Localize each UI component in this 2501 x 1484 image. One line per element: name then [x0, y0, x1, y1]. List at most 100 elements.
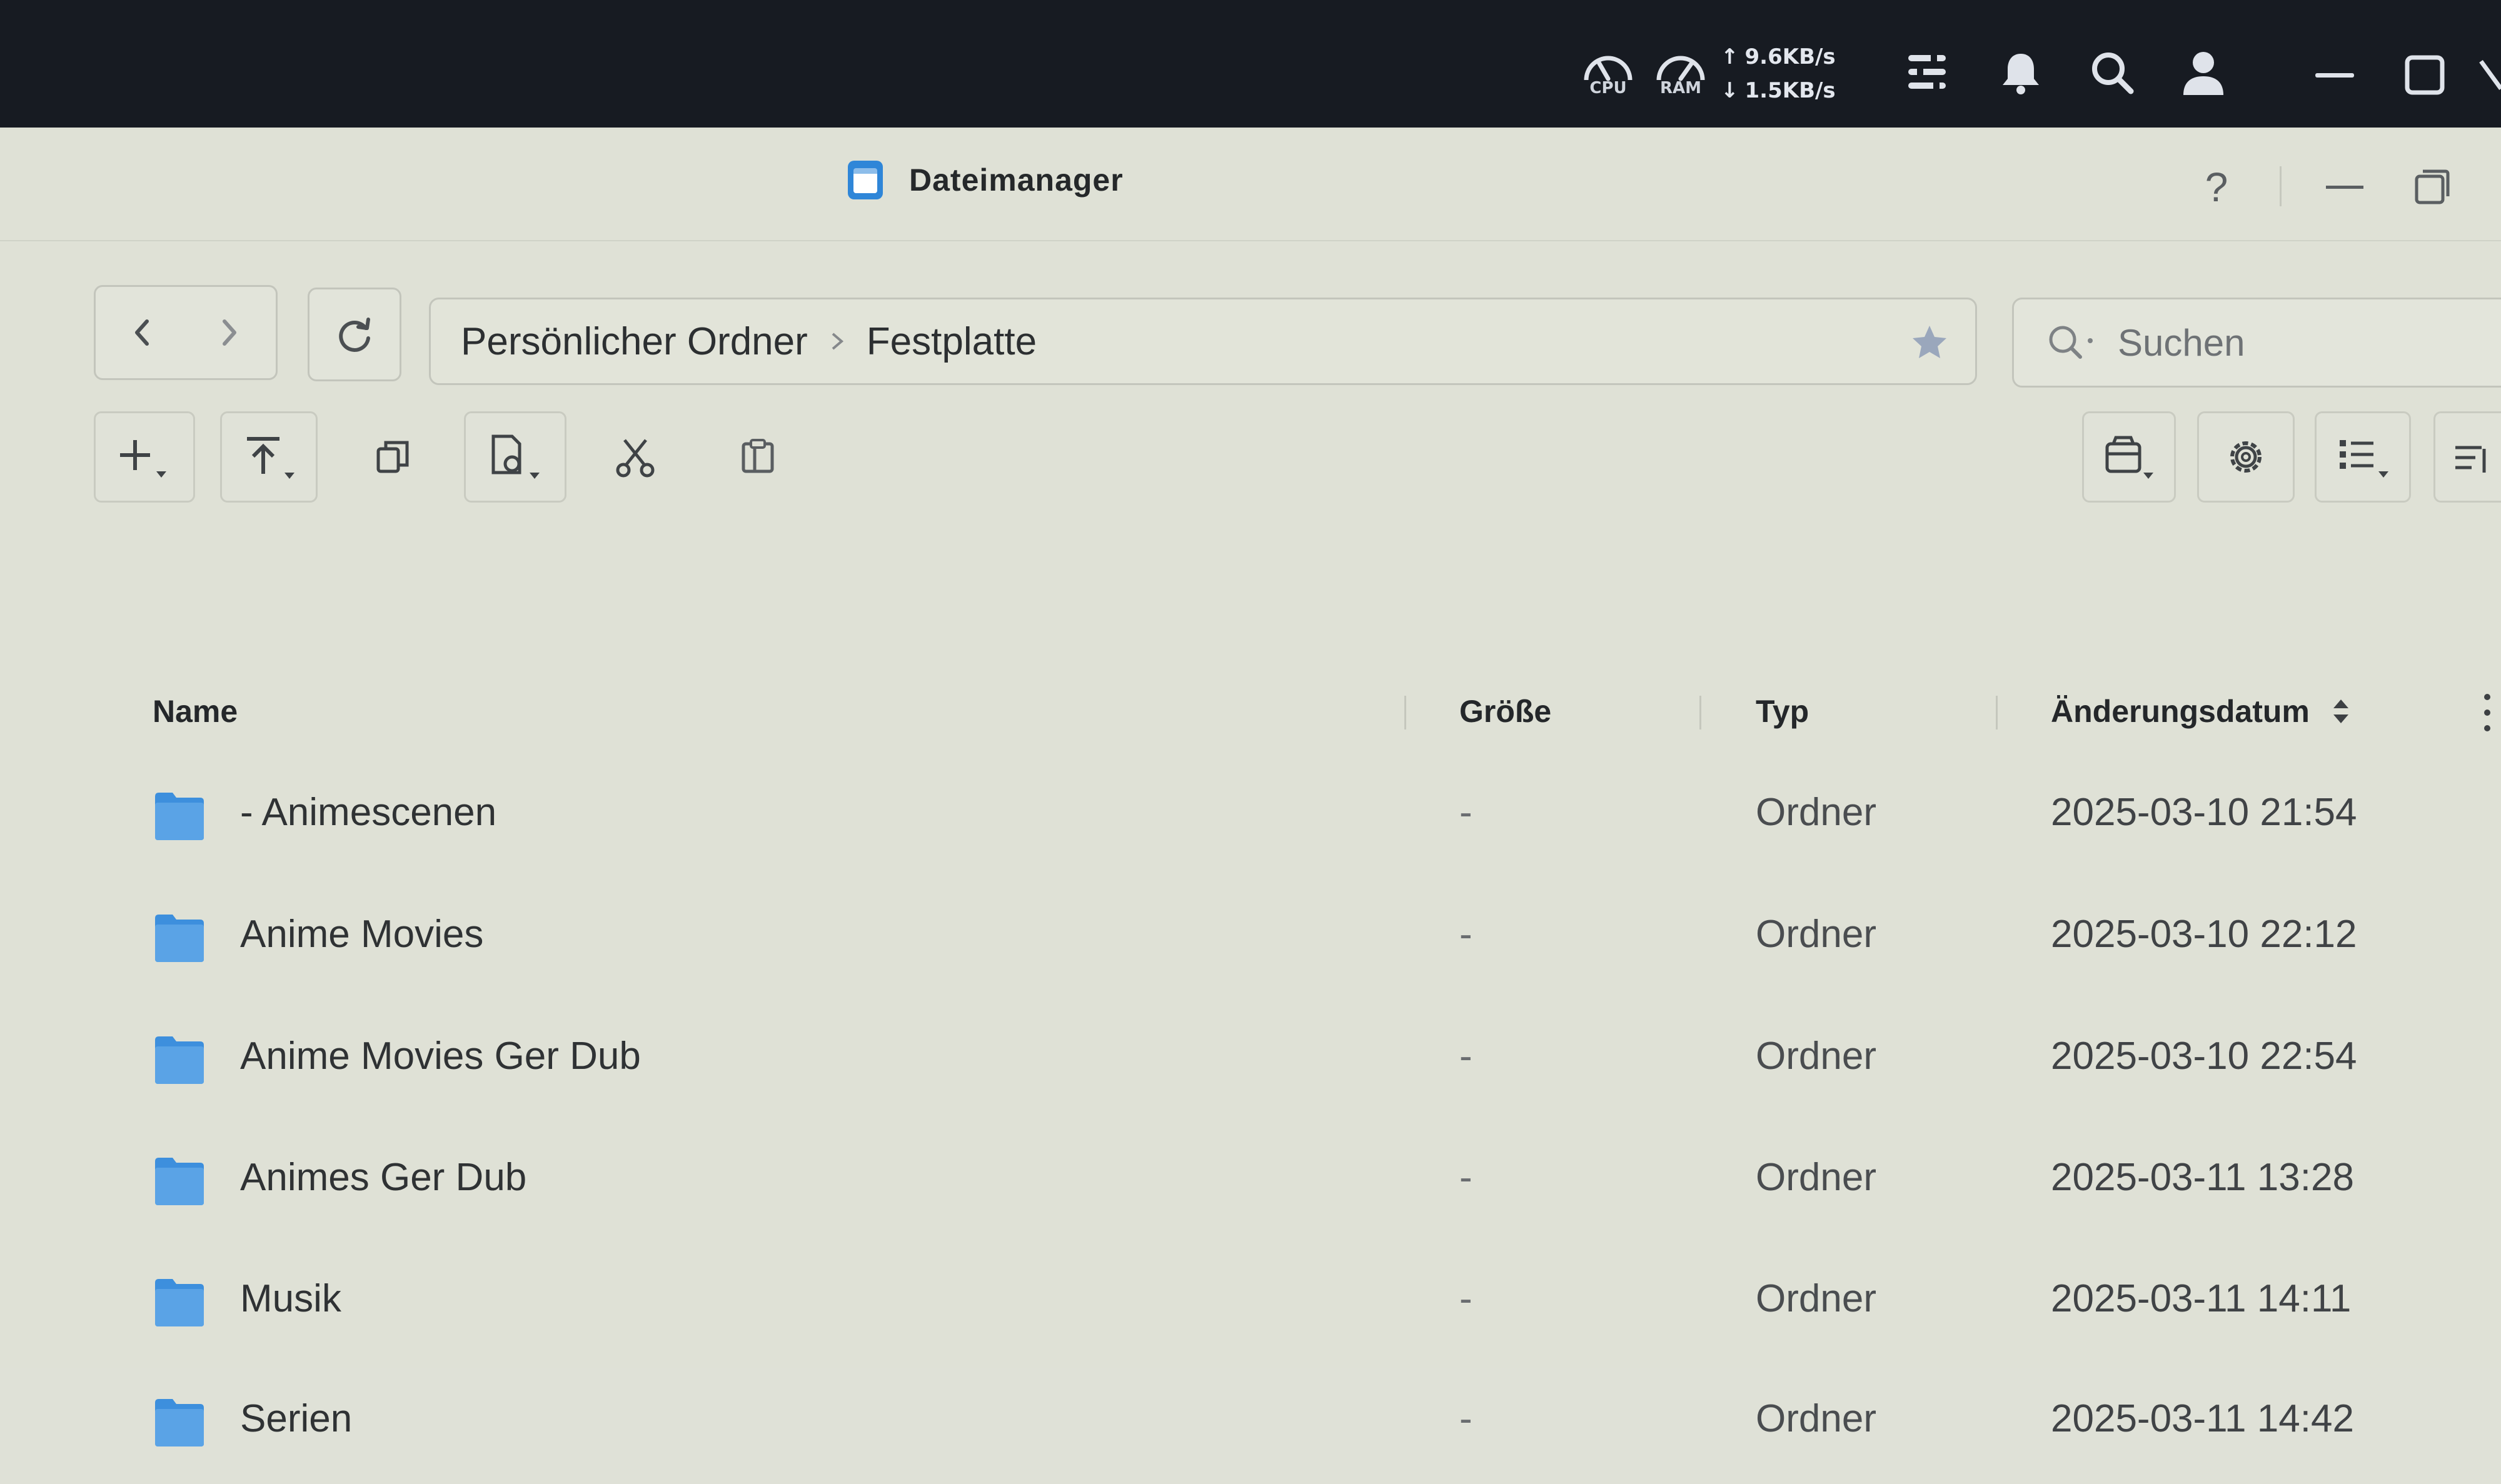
file-type: Ordner — [1756, 791, 1876, 834]
folder-icon — [155, 915, 204, 962]
column-options-button[interactable] — [2480, 691, 2495, 734]
titlebar-divider — [2280, 166, 2282, 206]
forward-button[interactable] — [186, 289, 273, 376]
tasks-button[interactable] — [1902, 48, 1952, 98]
window-restore-button[interactable] — [2407, 159, 2457, 215]
window-title-group: Dateimanager — [845, 155, 1124, 205]
file-name: Animes Ger Dub — [240, 1156, 527, 1199]
window-title: Dateimanager — [909, 163, 1124, 198]
minimize-icon — [2315, 73, 2354, 78]
ram-monitor[interactable]: RAM — [1646, 35, 1715, 110]
file-modified: 2025-03-11 14:11 — [2051, 1277, 2352, 1320]
arrow-up-icon: ↑ — [1721, 44, 1739, 69]
search-button[interactable] — [2087, 48, 2137, 98]
window-titlebar[interactable]: Dateimanager ? — [0, 128, 2501, 241]
file-row[interactable]: Anime Movies - Ordner 2025-03-10 22:12 — [0, 881, 2501, 1000]
network-speed[interactable]: ↑ 9.6KB/s ↓ 1.5KB/s — [1721, 40, 1836, 108]
column-header-name[interactable]: Name — [153, 693, 238, 729]
column-header-size[interactable]: Größe — [1459, 693, 1551, 729]
file-modified: 2025-03-11 14:42 — [2051, 1397, 2354, 1440]
file-modified: 2025-03-10 22:12 — [2051, 913, 2357, 956]
file-row[interactable]: Animes Ger Dub - Ordner 2025-03-11 13:28 — [0, 1124, 2501, 1243]
search-field[interactable]: Suchen — [2012, 298, 2501, 388]
sort-icon — [2455, 446, 2485, 473]
chevron-right-icon — [223, 319, 236, 346]
upload-button[interactable] — [220, 411, 318, 503]
cpu-monitor[interactable]: CPU — [1574, 35, 1643, 110]
user-icon — [2183, 52, 2223, 95]
breadcrumb-festplatte[interactable]: Festplatte — [867, 319, 1037, 364]
copy-button[interactable] — [349, 411, 436, 503]
file-type: Ordner — [1756, 913, 1876, 956]
sort-button[interactable] — [2433, 411, 2501, 503]
folder-icon — [155, 1399, 204, 1446]
sort-arrows-icon — [2333, 699, 2348, 723]
storage-button[interactable] — [2082, 411, 2176, 503]
favorite-star-button[interactable] — [1910, 323, 1949, 365]
file-name: - Animescenen — [240, 791, 497, 834]
help-button[interactable]: ? — [2195, 159, 2238, 215]
file-name: Serien — [240, 1397, 353, 1440]
gear-icon — [2230, 441, 2262, 473]
star-icon — [1913, 326, 1946, 358]
ram-label: RAM — [1659, 79, 1701, 98]
paste-button[interactable] — [714, 411, 802, 503]
help-label: ? — [2205, 164, 2228, 210]
close-icon — [2479, 59, 2501, 91]
minimize-icon — [2326, 186, 2363, 189]
folder-icon — [155, 1279, 204, 1326]
file-info-icon — [491, 434, 540, 479]
drive-icon — [2105, 436, 2153, 479]
refresh-button[interactable] — [308, 288, 401, 381]
file-list-header: Name Größe Typ Änderungsdatum — [0, 662, 2501, 756]
file-name: Anime Movies — [240, 913, 484, 956]
bell-icon — [2003, 54, 2039, 94]
refresh-icon — [339, 318, 370, 352]
file-modified: 2025-03-10 22:54 — [2051, 1035, 2357, 1078]
notifications-button[interactable] — [1996, 48, 2046, 98]
file-size: - — [1459, 1277, 1472, 1320]
chevron-left-icon — [135, 319, 149, 346]
cut-button[interactable] — [591, 411, 679, 503]
file-type: Ordner — [1756, 1156, 1876, 1199]
column-header-type[interactable]: Typ — [1756, 693, 1809, 729]
system-taskbar: CPU RAM ↑ 9.6KB/s ↓ 1.5KB/s — [0, 0, 2501, 128]
folder-icon — [155, 793, 204, 840]
desktop-minimize-button[interactable] — [2310, 50, 2360, 100]
window-minimize-button[interactable] — [2321, 159, 2368, 215]
chevron-right-icon — [829, 329, 845, 354]
scissors-icon — [616, 439, 655, 478]
column-divider[interactable] — [1996, 696, 1998, 729]
settings-button[interactable] — [2197, 411, 2295, 503]
properties-button[interactable] — [464, 411, 566, 503]
column-divider[interactable] — [1699, 696, 1701, 729]
file-size: - — [1459, 913, 1472, 956]
file-row[interactable]: Serien - Ordner 2025-03-11 14:42 — [0, 1365, 2501, 1484]
download-value: 1.5KB/s — [1744, 78, 1836, 103]
column-divider[interactable] — [1404, 696, 1406, 729]
file-manager-window: Dateimanager ? Persönlicher Ordner Festp… — [0, 128, 2501, 1446]
path-bar[interactable]: Persönlicher Ordner Festplatte — [429, 298, 1977, 385]
file-row[interactable]: Anime Movies Ger Dub - Ordner 2025-03-10… — [0, 1003, 2501, 1121]
back-button[interactable] — [98, 289, 186, 376]
task-list-icon — [1908, 55, 1946, 89]
search-icon — [2049, 326, 2093, 359]
breadcrumb-personal-folder[interactable]: Persönlicher Ordner — [461, 319, 808, 364]
file-row[interactable]: Musik - Ordner 2025-03-11 14:11 — [0, 1245, 2501, 1364]
desktop-close-button[interactable] — [2478, 56, 2501, 94]
desktop-maximize-button[interactable] — [2400, 50, 2450, 100]
user-button[interactable] — [2178, 48, 2228, 98]
file-name: Anime Movies Ger Dub — [240, 1035, 641, 1078]
file-row[interactable]: - Animescenen - Ordner 2025-03-10 21:54 — [0, 759, 2501, 878]
file-size: - — [1459, 1397, 1472, 1440]
column-header-modified[interactable]: Änderungsdatum — [2051, 693, 2353, 729]
download-speed: ↓ 1.5KB/s — [1721, 74, 1836, 108]
paste-icon — [742, 439, 774, 473]
create-button[interactable] — [94, 411, 195, 503]
file-modified: 2025-03-10 21:54 — [2051, 791, 2357, 834]
file-manager-app-icon — [848, 161, 883, 199]
arrow-down-icon: ↓ — [1721, 78, 1739, 103]
folder-icon — [155, 1158, 204, 1205]
view-mode-button[interactable] — [2315, 411, 2411, 503]
upload-value: 9.6KB/s — [1744, 44, 1836, 69]
